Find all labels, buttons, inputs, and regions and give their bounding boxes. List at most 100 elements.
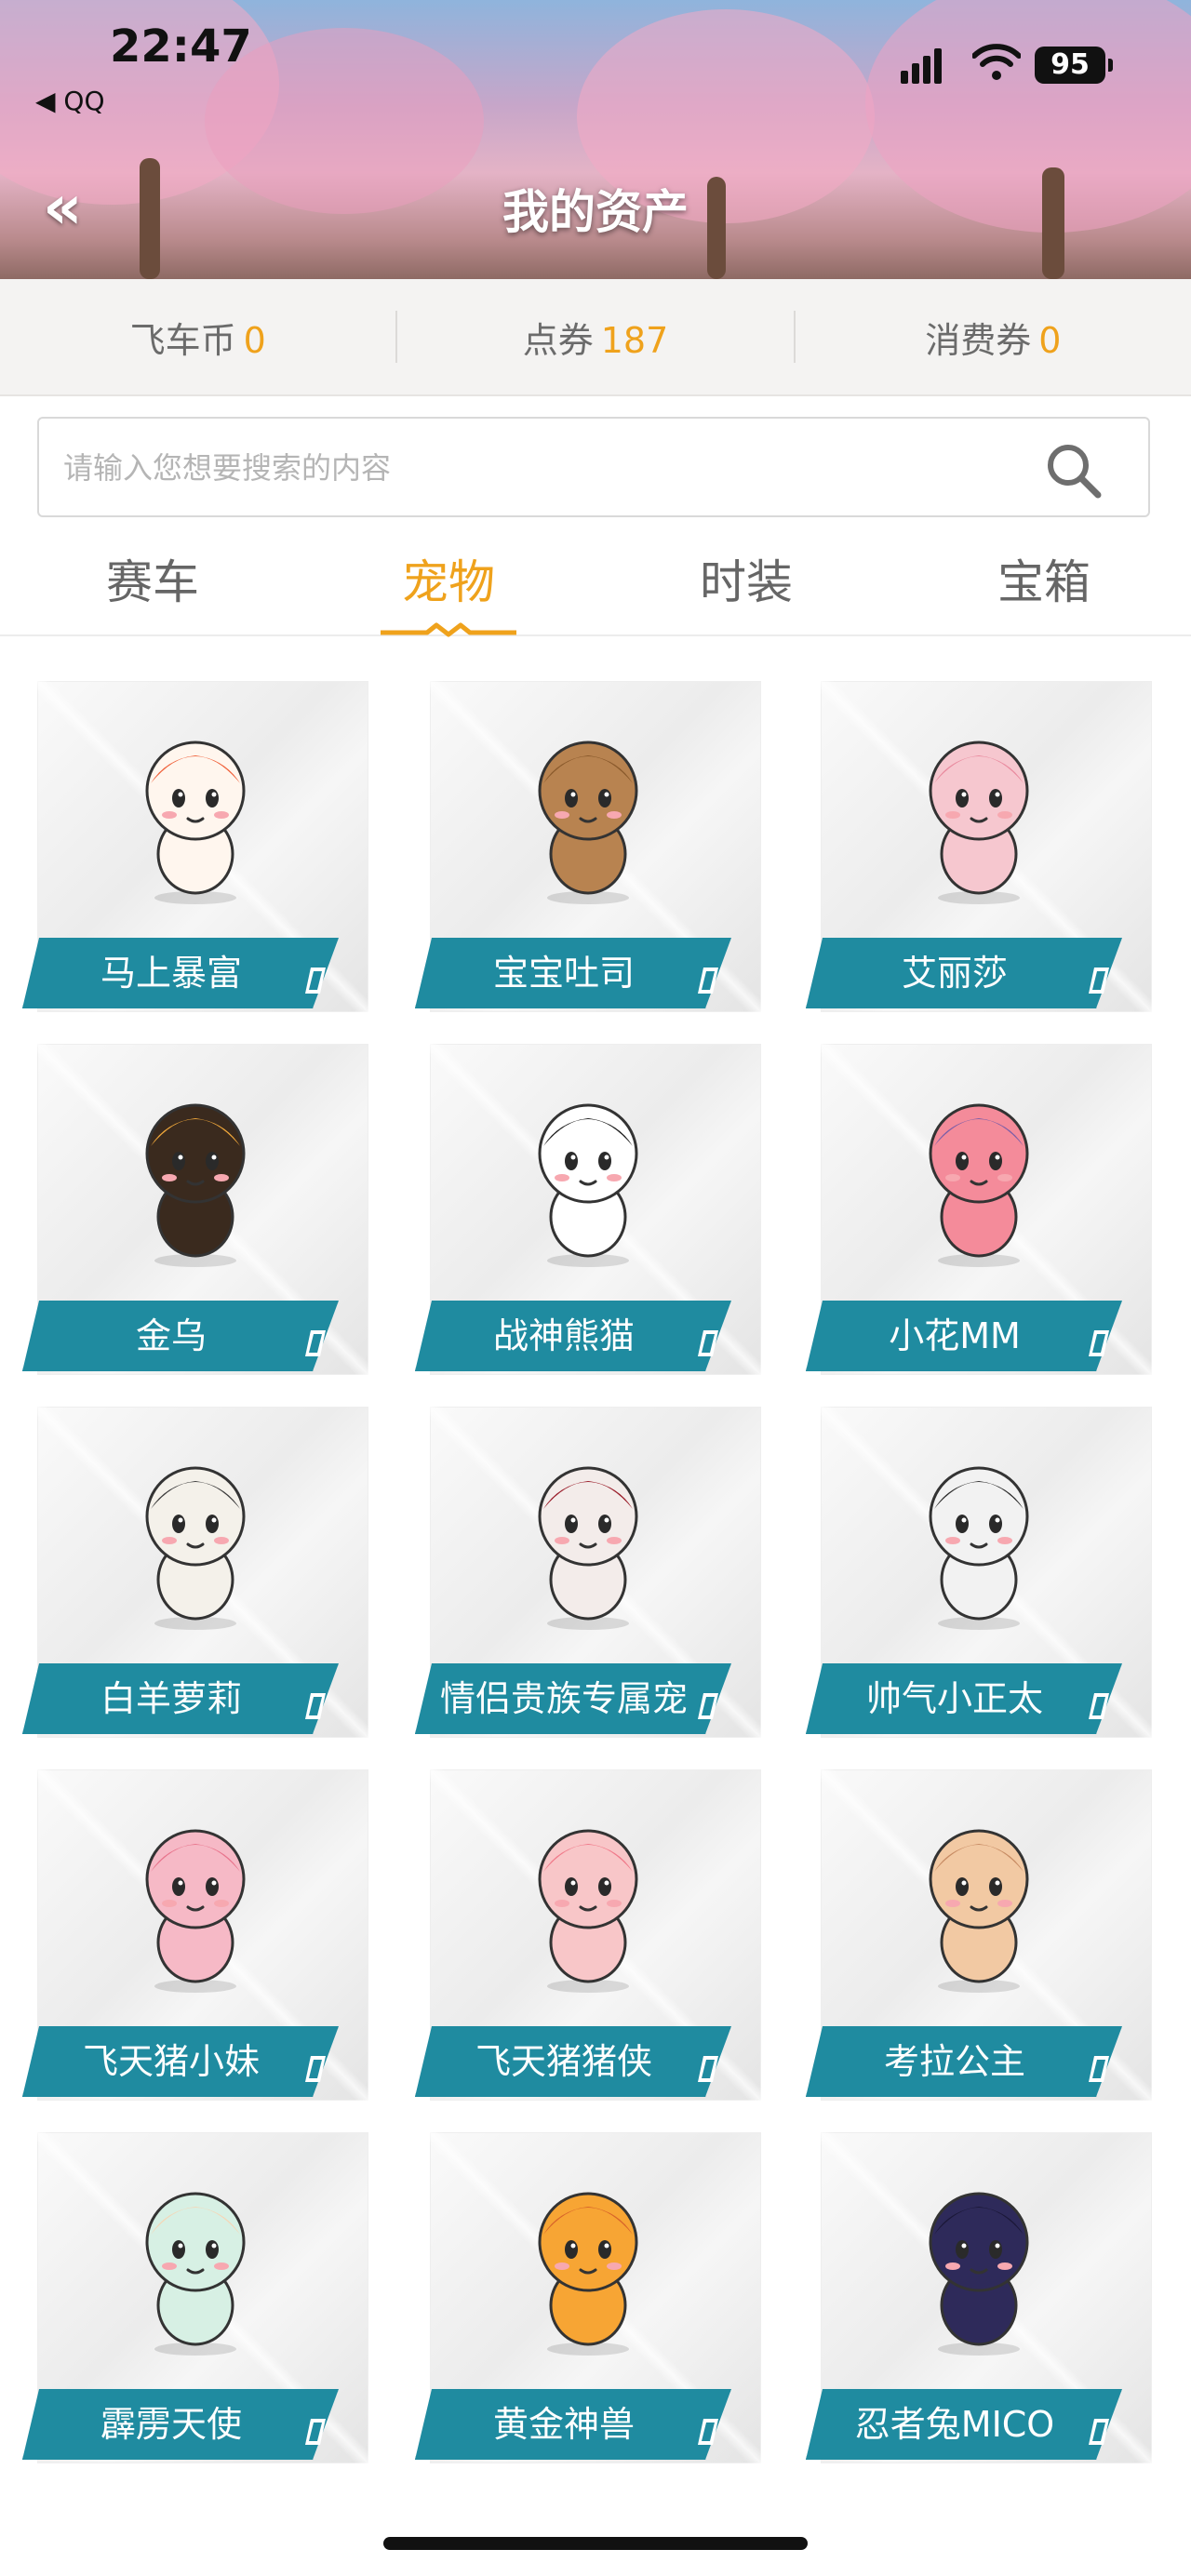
cellular-signal-icon <box>901 47 943 84</box>
pet-label-bar: 战神熊猫 <box>415 1301 731 1371</box>
pet-avatar-icon <box>145 741 246 904</box>
pet-label-bar: 金乌 <box>22 1301 339 1371</box>
pet-label-bar: 小花MM <box>806 1301 1122 1371</box>
home-indicator <box>383 2537 808 2550</box>
pet-label-bar: 白羊萝莉 <box>22 1663 339 1734</box>
pet-label-bar: 宝宝吐司 <box>415 938 731 1008</box>
corner-flag-icon <box>305 2419 326 2445</box>
corner-flag-icon <box>1089 1693 1109 1719</box>
pet-card[interactable]: 飞天猪小妹 <box>22 1766 372 2110</box>
pet-card[interactable]: 飞天猪猪侠 <box>415 1766 765 2110</box>
header-banner: 22:47 ◀ QQ 95 « 我的资产 <box>0 0 1191 279</box>
pet-name: 黄金神兽 <box>492 2404 635 2445</box>
pet-label-bar: 考拉公主 <box>806 2026 1122 2097</box>
status-back-to-app[interactable]: ◀ QQ <box>35 86 105 116</box>
pet-label-bar: 飞天猪猪侠 <box>415 2026 731 2097</box>
balance-label: 飞车币 <box>129 319 236 361</box>
pet-avatar-icon <box>145 1829 246 1993</box>
balance-value: 187 <box>600 319 669 361</box>
search-input[interactable] <box>61 419 996 517</box>
pet-name: 考拉公主 <box>883 2041 1025 2082</box>
corner-flag-icon <box>1089 2056 1109 2082</box>
pet-name: 金乌 <box>135 1315 207 1356</box>
corner-flag-icon <box>305 1330 326 1356</box>
corner-flag-icon <box>698 968 718 994</box>
pet-card[interactable]: 宝宝吐司 <box>415 677 765 1021</box>
pet-card[interactable]: 艾丽莎 <box>806 677 1156 1021</box>
pet-avatar-icon <box>538 1103 638 1267</box>
balance-value: 0 <box>243 319 266 361</box>
balance-voucher: 点券 187 <box>397 312 793 363</box>
pet-name: 白羊萝莉 <box>100 1678 242 1719</box>
pet-avatar-icon <box>145 2192 246 2356</box>
pet-card[interactable]: 金乌 <box>22 1040 372 1384</box>
corner-flag-icon <box>698 1693 718 1719</box>
pet-name: 马上暴富 <box>100 953 242 994</box>
pet-card[interactable]: 霹雳天使 <box>22 2129 372 2473</box>
tab-racing-cars[interactable]: 赛车 <box>50 545 255 612</box>
pet-card[interactable]: 战神熊猫 <box>415 1040 765 1384</box>
pet-avatar-icon <box>929 2192 1029 2356</box>
pet-name: 飞天猪猪侠 <box>475 2041 652 2082</box>
pet-name: 帅气小正太 <box>865 1678 1043 1719</box>
pet-avatar-icon <box>929 741 1029 904</box>
pet-card[interactable]: 马上暴富 <box>22 677 372 1021</box>
tab-pets[interactable]: 宠物 <box>346 545 551 612</box>
pet-name: 艾丽莎 <box>901 953 1008 994</box>
pet-label-bar: 情侣贵族专属宠 <box>415 1663 731 1734</box>
pet-avatar-icon <box>929 1466 1029 1630</box>
balance-label: 点券 <box>522 319 594 361</box>
tab-treasure-chests[interactable]: 宝箱 <box>942 545 1146 612</box>
corner-flag-icon <box>1089 1330 1109 1356</box>
corner-flag-icon <box>305 1693 326 1719</box>
corner-flag-icon <box>305 968 326 994</box>
pet-card[interactable]: 小花MM <box>806 1040 1156 1384</box>
pet-name: 忍者兔MICO <box>854 2404 1055 2445</box>
battery-indicator: 95 <box>1035 47 1113 84</box>
balance-value: 0 <box>1038 319 1062 361</box>
corner-flag-icon <box>1089 2419 1109 2445</box>
active-tab-indicator <box>381 622 516 637</box>
pet-label-bar: 帅气小正太 <box>806 1663 1122 1734</box>
search-icon[interactable] <box>1044 441 1104 501</box>
corner-flag-icon <box>698 2419 718 2445</box>
pet-name: 霹雳天使 <box>100 2404 242 2445</box>
corner-flag-icon <box>698 1330 718 1356</box>
pet-name: 情侣贵族专属宠 <box>439 1678 688 1719</box>
pet-card[interactable]: 情侣贵族专属宠 <box>415 1403 765 1747</box>
tab-fashion[interactable]: 时装 <box>644 545 849 612</box>
pet-name: 宝宝吐司 <box>492 953 635 994</box>
pet-card[interactable]: 忍者兔MICO <box>806 2129 1156 2473</box>
pet-label-bar: 忍者兔MICO <box>806 2389 1122 2460</box>
pet-name: 战神熊猫 <box>492 1315 635 1356</box>
pet-card[interactable]: 白羊萝莉 <box>22 1403 372 1747</box>
pet-avatar-icon <box>538 2192 638 2356</box>
wifi-icon <box>972 44 1021 80</box>
corner-flag-icon <box>698 2056 718 2082</box>
pet-avatar-icon <box>145 1466 246 1630</box>
pet-label-bar: 飞天猪小妹 <box>22 2026 339 2097</box>
pet-label-bar: 艾丽莎 <box>806 938 1122 1008</box>
pet-avatar-icon <box>929 1829 1029 1993</box>
balance-bar: 飞车币 0 点券 187 消费券 0 <box>0 279 1191 396</box>
pet-label-bar: 马上暴富 <box>22 938 339 1008</box>
pet-label-bar: 霹雳天使 <box>22 2389 339 2460</box>
category-tabs: 赛车 宠物 时装 宝箱 <box>0 532 1191 637</box>
balance-consumption-coupon: 消费券 0 <box>796 312 1191 363</box>
pet-card[interactable]: 考拉公主 <box>806 1766 1156 2110</box>
pet-name: 飞天猪小妹 <box>82 2041 260 2082</box>
page-title: 我的资产 <box>502 185 689 239</box>
pet-avatar-icon <box>538 1829 638 1993</box>
pet-avatar-icon <box>929 1103 1029 1267</box>
pet-name: 小花MM <box>889 1315 1021 1356</box>
corner-flag-icon <box>1089 968 1109 994</box>
corner-flag-icon <box>305 2056 326 2082</box>
balance-feiche-coin: 飞车币 0 <box>0 312 395 363</box>
status-time: 22:47 <box>110 20 252 73</box>
pet-avatar-icon <box>538 741 638 904</box>
pet-card[interactable]: 帅气小正太 <box>806 1403 1156 1747</box>
balance-label: 消费券 <box>925 319 1032 361</box>
search-box <box>37 417 1150 517</box>
pet-avatar-icon <box>145 1103 246 1267</box>
pet-card[interactable]: 黄金神兽 <box>415 2129 765 2473</box>
